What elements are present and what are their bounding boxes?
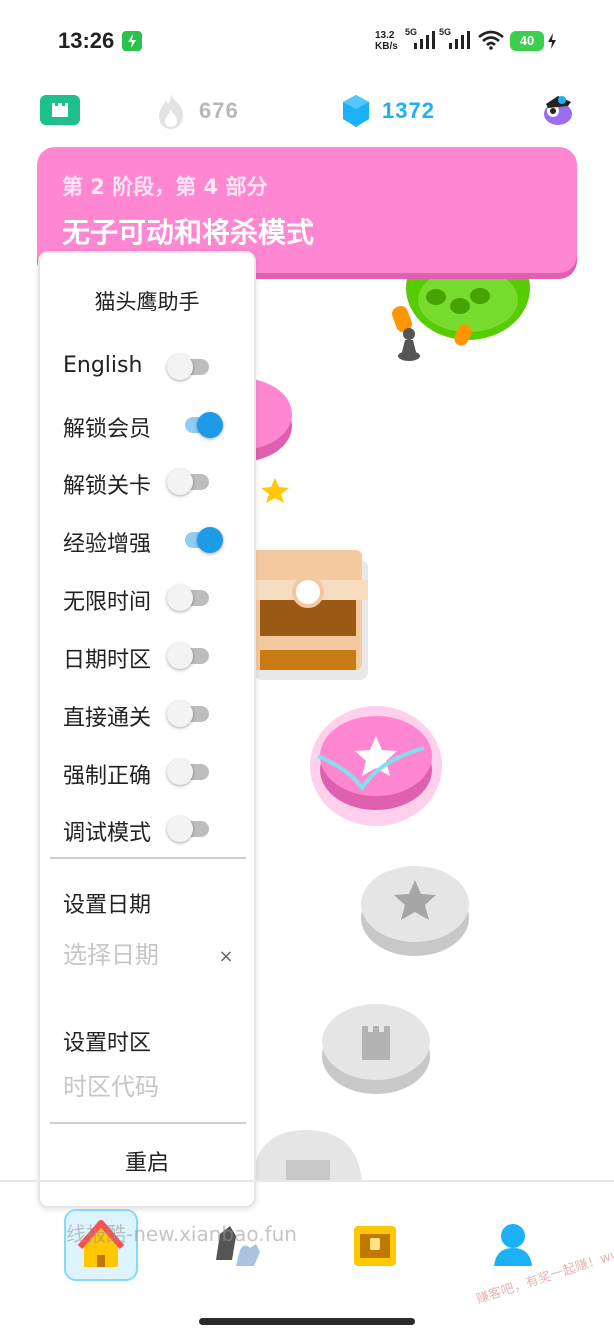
set-date-label: 设置日期: [63, 893, 152, 918]
home-indicator[interactable]: [199, 1318, 415, 1325]
lesson-node-locked-partial: [252, 1130, 362, 1180]
option-english: English: [40, 345, 254, 389]
option-label: 无限时间: [63, 590, 152, 615]
unlock-levels-toggle[interactable]: [167, 469, 213, 495]
option-unlock-member: 解锁会员: [40, 403, 254, 447]
star-icon: [261, 478, 289, 503]
option-label: 调试模式: [63, 821, 152, 846]
lesson-node-locked-castle: [322, 1004, 430, 1094]
option-force-correct: 强制正确: [40, 750, 254, 794]
english-toggle[interactable]: [167, 354, 213, 380]
debug-mode-toggle[interactable]: [167, 816, 213, 842]
force-correct-toggle[interactable]: [167, 759, 213, 785]
option-unlock-levels: 解锁关卡: [40, 460, 254, 504]
treasure-chest-icon[interactable]: [350, 1222, 400, 1270]
bottom-nav-divider: [0, 1180, 614, 1182]
owl-helper-panel: 猫头鹰助手 English 解锁会员 解锁关卡 经验增强 无限时间 日期时区 直…: [38, 251, 256, 1208]
option-label: 直接通关: [63, 706, 152, 731]
lesson-node-star-active: [310, 706, 442, 826]
panel-title: 猫头鹰助手: [94, 290, 200, 314]
timezone-input[interactable]: [63, 1073, 213, 1101]
set-timezone-label: 设置时区: [63, 1031, 152, 1056]
unlock-member-toggle[interactable]: [179, 412, 225, 438]
option-unlimited-time: 无限时间: [40, 576, 254, 620]
treasure-chest: [250, 550, 368, 680]
unlimited-time-toggle[interactable]: [167, 585, 213, 611]
option-date-timezone: 日期时区: [40, 634, 254, 678]
unit-subtitle: 第 2 阶段，第 4 部分: [62, 175, 268, 199]
date-input[interactable]: [63, 941, 213, 969]
unit-title: 无子可动和将杀模式: [62, 216, 315, 249]
option-debug-mode: 调试模式: [40, 807, 254, 851]
option-direct-pass: 直接通关: [40, 692, 254, 736]
option-label: English: [63, 353, 143, 378]
restart-button[interactable]: 重启: [40, 1145, 254, 1177]
option-label: 日期时区: [63, 648, 152, 673]
panel-divider: [50, 857, 246, 859]
direct-pass-toggle[interactable]: [167, 701, 213, 727]
clear-date-icon[interactable]: ×: [216, 946, 236, 967]
option-label: 强制正确: [63, 764, 152, 789]
profile-icon[interactable]: [492, 1220, 534, 1268]
lesson-node-locked-star: [361, 866, 469, 956]
option-label: 经验增强: [63, 532, 152, 557]
option-label: 解锁关卡: [63, 474, 152, 499]
option-label: 解锁会员: [63, 417, 152, 442]
option-xp-boost: 经验增强: [40, 518, 254, 562]
date-timezone-toggle[interactable]: [167, 643, 213, 669]
watermark-text: 线报酷-new.xianbao.fun: [66, 1222, 297, 1246]
xp-boost-toggle[interactable]: [179, 527, 225, 553]
panel-divider: [50, 1122, 246, 1124]
